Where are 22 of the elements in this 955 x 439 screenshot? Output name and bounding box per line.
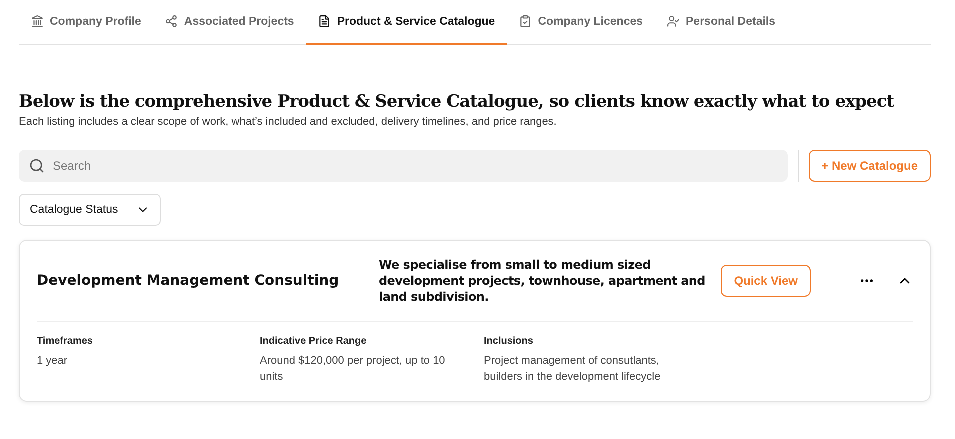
catalogue-title: Development Management Consulting bbox=[37, 273, 340, 289]
detail-value: Around $120,000 per project, up to 10 units bbox=[260, 354, 446, 385]
user-check-icon bbox=[667, 15, 680, 28]
clipboard-check-icon bbox=[519, 15, 532, 28]
detail-value: Project management of consutlants, builders in the development lifecycle bbox=[484, 354, 662, 385]
tab[interactable]: Personal Details bbox=[655, 0, 788, 45]
page-heading: Below is the comprehensive Product & Service Catalogue, so clients know exactly what to expect bbox=[19, 91, 896, 113]
detail-label: Inclusions bbox=[484, 336, 534, 347]
status-dropdown[interactable]: Catalogue Status bbox=[19, 194, 162, 226]
detail-label: Timeframes bbox=[37, 336, 94, 347]
tab[interactable]: Company Licences bbox=[507, 0, 656, 45]
bank-icon bbox=[31, 15, 44, 28]
detail-value: 1 year bbox=[37, 354, 69, 369]
tab[interactable]: Product & Service Catalogue bbox=[306, 0, 508, 45]
tab[interactable]: Associated Projects bbox=[153, 0, 306, 45]
document-icon bbox=[318, 15, 332, 28]
catalogue-summary: We specialise from small to medium sized development projects, townhouse, apartment and land subdivision. bbox=[379, 257, 706, 305]
tab[interactable]: Company Profile bbox=[19, 0, 154, 45]
share-icon bbox=[165, 15, 178, 28]
page-subheading: Each listing includes a clear scope of work, what’s included and excluded, delivery timelines, and price ranges. bbox=[19, 116, 558, 128]
search-field[interactable]: Search bbox=[19, 150, 788, 182]
detail-label: Indicative Price Range bbox=[260, 336, 368, 347]
